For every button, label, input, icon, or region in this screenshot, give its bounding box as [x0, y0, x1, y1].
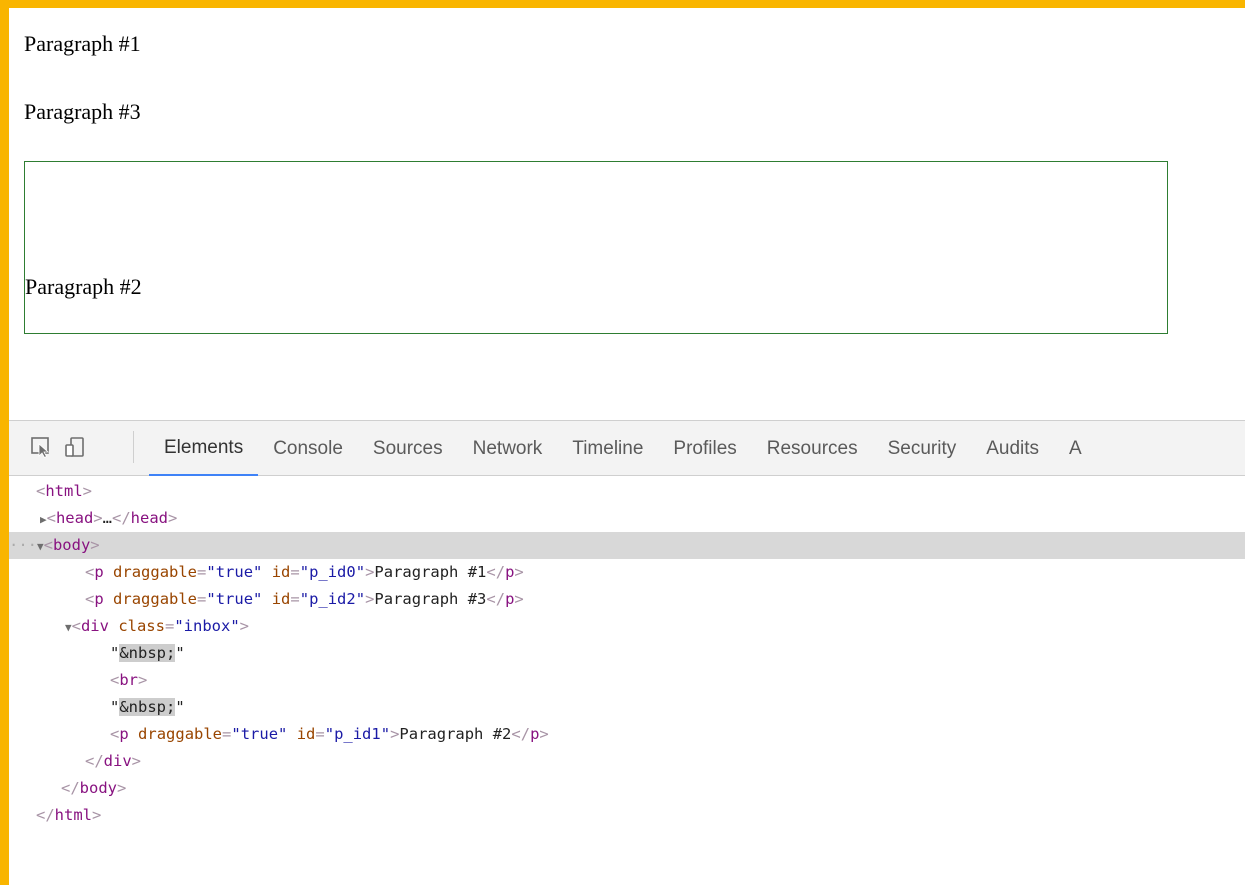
tree-row-head[interactable]: ▶<head>…</head>: [9, 505, 1245, 532]
tree-row-html-close[interactable]: </html>: [9, 802, 1245, 829]
tab-profiles[interactable]: Profiles: [658, 421, 751, 476]
tag-p-close: p: [505, 590, 515, 608]
tag-p: p: [94, 590, 104, 608]
attr-draggable: draggable: [113, 590, 198, 608]
tab-security[interactable]: Security: [873, 421, 972, 476]
head-ellipsis: …: [102, 509, 112, 527]
attr-draggable: draggable: [113, 563, 198, 581]
tag-p: p: [94, 563, 104, 581]
tag-br: br: [119, 671, 139, 689]
attr-draggable: draggable: [138, 725, 223, 743]
tag-p-close: p: [505, 563, 515, 581]
tab-audits[interactable]: Audits: [971, 421, 1054, 476]
tab-network[interactable]: Network: [458, 421, 558, 476]
collapse-triangle-icon[interactable]: ▼: [37, 540, 44, 553]
devtools-panel: Elements Console Sources Network Timelin…: [9, 420, 1245, 886]
quote-close: ": [175, 644, 185, 662]
tag-html-close: html: [54, 806, 92, 824]
tree-row-html-open[interactable]: <html>: [9, 478, 1245, 505]
devtools-tabs: Elements Console Sources Network Timelin…: [149, 421, 1097, 476]
tree-row-div-inbox[interactable]: ▼<div class="inbox">: [9, 613, 1245, 640]
devtools-toolbar: Elements Console Sources Network Timelin…: [9, 421, 1245, 476]
tab-elements[interactable]: Elements: [149, 421, 259, 476]
tag-body: body: [52, 536, 91, 554]
tag-body-close: body: [79, 779, 117, 797]
attr-class-value: "inbox": [174, 617, 240, 635]
tab-sources[interactable]: Sources: [358, 421, 458, 476]
attr-draggable-value: "true": [231, 725, 288, 743]
tab-console[interactable]: Console: [258, 421, 358, 476]
tag-div: div: [80, 617, 109, 635]
tree-row-br[interactable]: <br>: [9, 667, 1245, 694]
attr-id: id: [271, 590, 291, 608]
attr-id-value: "p_id0": [299, 563, 366, 581]
tree-row-p-id2[interactable]: <p draggable="true" id="p_id2">Paragraph…: [9, 586, 1245, 613]
text-node: Paragraph #3: [374, 590, 487, 608]
expand-triangle-icon[interactable]: ▶: [40, 513, 47, 526]
paragraph-3[interactable]: Paragraph #3: [24, 99, 141, 125]
attr-draggable-value: "true": [206, 563, 263, 581]
tag-head-close: head: [130, 509, 168, 527]
tree-row-body-close[interactable]: </body>: [9, 775, 1245, 802]
attr-id: id: [296, 725, 316, 743]
tag-html: html: [45, 482, 83, 500]
toolbar-separator: [133, 431, 134, 463]
tree-row-p-id0[interactable]: <p draggable="true" id="p_id0">Paragraph…: [9, 559, 1245, 586]
paragraph-1[interactable]: Paragraph #1: [24, 31, 141, 57]
tree-row-nbsp-1[interactable]: "&nbsp;": [9, 640, 1245, 667]
quote-open: ": [110, 644, 120, 662]
attr-id: id: [271, 563, 291, 581]
tag-p: p: [119, 725, 129, 743]
tree-row-nbsp-2[interactable]: "&nbsp;": [9, 694, 1245, 721]
text-node: Paragraph #1: [374, 563, 487, 581]
tab-overflow[interactable]: A: [1054, 421, 1097, 476]
tree-row-div-close[interactable]: </div>: [9, 748, 1245, 775]
quote-open: ": [110, 698, 120, 716]
tab-timeline[interactable]: Timeline: [557, 421, 658, 476]
attr-class: class: [118, 617, 165, 635]
inbox-dropzone[interactable]: Paragraph #2: [24, 161, 1168, 334]
tag-head: head: [55, 509, 94, 527]
attr-id-value: "p_id2": [299, 590, 366, 608]
elements-tree: <html> ▶<head>…</head> ···▼<body> <p dra…: [9, 476, 1245, 886]
attr-draggable-value: "true": [206, 590, 263, 608]
device-toolbar-icon[interactable]: [64, 436, 86, 458]
inspect-element-icon[interactable]: [30, 436, 52, 458]
nbsp-entity: &nbsp;: [119, 698, 176, 716]
frame-top-border: [0, 0, 1245, 8]
quote-close: ": [175, 698, 185, 716]
tab-resources[interactable]: Resources: [752, 421, 873, 476]
tree-row-p-id1[interactable]: <p draggable="true" id="p_id1">Paragraph…: [9, 721, 1245, 748]
frame-left-border: [0, 0, 9, 885]
nbsp-entity: &nbsp;: [119, 644, 176, 662]
paragraph-2[interactable]: Paragraph #2: [25, 274, 142, 300]
more-actions-icon[interactable]: ···: [9, 536, 37, 554]
tag-div-close: div: [103, 752, 132, 770]
collapse-triangle-icon[interactable]: ▼: [65, 621, 72, 634]
tree-row-body[interactable]: ···▼<body>: [9, 532, 1245, 559]
attr-id-value: "p_id1": [324, 725, 391, 743]
text-node: Paragraph #2: [399, 725, 512, 743]
tag-p-close: p: [530, 725, 540, 743]
